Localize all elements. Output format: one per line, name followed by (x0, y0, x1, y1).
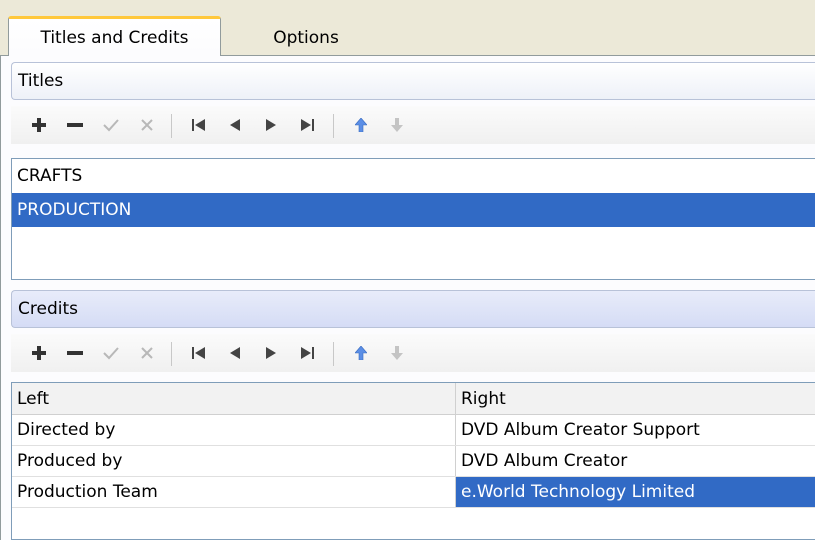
cell-right[interactable]: DVD Album Creator Support (456, 415, 815, 445)
tab-options[interactable]: Options (221, 20, 391, 56)
delete-credit-button[interactable] (61, 334, 89, 372)
first-icon (192, 347, 205, 359)
next-credit-button[interactable] (257, 334, 285, 372)
list-item-selected[interactable]: PRODUCTION (12, 193, 815, 227)
delete-title-button[interactable] (61, 106, 89, 144)
cancel-credit-button[interactable] (133, 334, 161, 372)
minus-icon (67, 351, 83, 355)
toolbar-separator (333, 342, 334, 366)
table-row[interactable]: Directed by DVD Album Creator Support (12, 415, 815, 446)
last-icon (301, 347, 314, 359)
list-item[interactable]: CRAFTS (12, 159, 815, 193)
column-header-right[interactable]: Right (456, 383, 815, 414)
post-credit-button[interactable] (97, 334, 125, 372)
titles-list[interactable]: CRAFTS PRODUCTION (11, 158, 815, 280)
plus-icon (32, 118, 46, 132)
last-icon (301, 119, 314, 131)
cell-left[interactable]: Produced by (12, 446, 456, 476)
cell-left[interactable]: Directed by (12, 415, 456, 445)
first-credit-button[interactable] (185, 334, 213, 372)
check-icon (103, 119, 119, 132)
first-icon (192, 119, 205, 131)
credits-grid[interactable]: Left Right Directed by DVD Album Creator… (11, 382, 815, 540)
cancel-title-button[interactable] (133, 106, 161, 144)
titles-toolbar (11, 106, 815, 144)
tab-titles-and-credits[interactable]: Titles and Credits (8, 16, 221, 56)
move-down-icon (391, 346, 403, 360)
next-icon (266, 347, 276, 359)
add-title-button[interactable] (25, 106, 53, 144)
post-title-button[interactable] (97, 106, 125, 144)
minus-icon (67, 123, 83, 127)
next-title-button[interactable] (257, 106, 285, 144)
move-up-icon (355, 118, 367, 132)
prev-title-button[interactable] (221, 106, 249, 144)
prev-icon (230, 347, 240, 359)
table-row[interactable]: Production Team e.World Technology Limit… (12, 477, 815, 508)
titles-header: Titles (11, 62, 815, 100)
prev-icon (230, 119, 240, 131)
last-title-button[interactable] (293, 106, 321, 144)
column-header-left[interactable]: Left (12, 383, 456, 414)
grid-header: Left Right (12, 383, 815, 415)
table-row[interactable]: Produced by DVD Album Creator (12, 446, 815, 477)
cancel-icon (141, 119, 153, 131)
move-title-down-button[interactable] (383, 106, 411, 144)
move-up-icon (355, 346, 367, 360)
tab-strip: Titles and Credits Options (0, 0, 815, 56)
move-down-icon (391, 118, 403, 132)
last-credit-button[interactable] (293, 334, 321, 372)
move-credit-up-button[interactable] (347, 334, 375, 372)
credits-header: Credits (11, 290, 815, 328)
cancel-icon (141, 347, 153, 359)
prev-credit-button[interactable] (221, 334, 249, 372)
first-title-button[interactable] (185, 106, 213, 144)
toolbar-separator (171, 342, 172, 366)
cell-right[interactable]: DVD Album Creator (456, 446, 815, 476)
credits-toolbar (11, 334, 815, 372)
move-credit-down-button[interactable] (383, 334, 411, 372)
next-icon (266, 119, 276, 131)
add-credit-button[interactable] (25, 334, 53, 372)
move-title-up-button[interactable] (347, 106, 375, 144)
plus-icon (32, 346, 46, 360)
cell-left[interactable]: Production Team (12, 477, 456, 507)
toolbar-separator (171, 114, 172, 138)
toolbar-separator (333, 114, 334, 138)
check-icon (103, 347, 119, 360)
cell-right-selected[interactable]: e.World Technology Limited (456, 477, 815, 507)
tab-panel: Titles CRAFTS PRODUCTION Credits Left Ri… (0, 56, 815, 540)
